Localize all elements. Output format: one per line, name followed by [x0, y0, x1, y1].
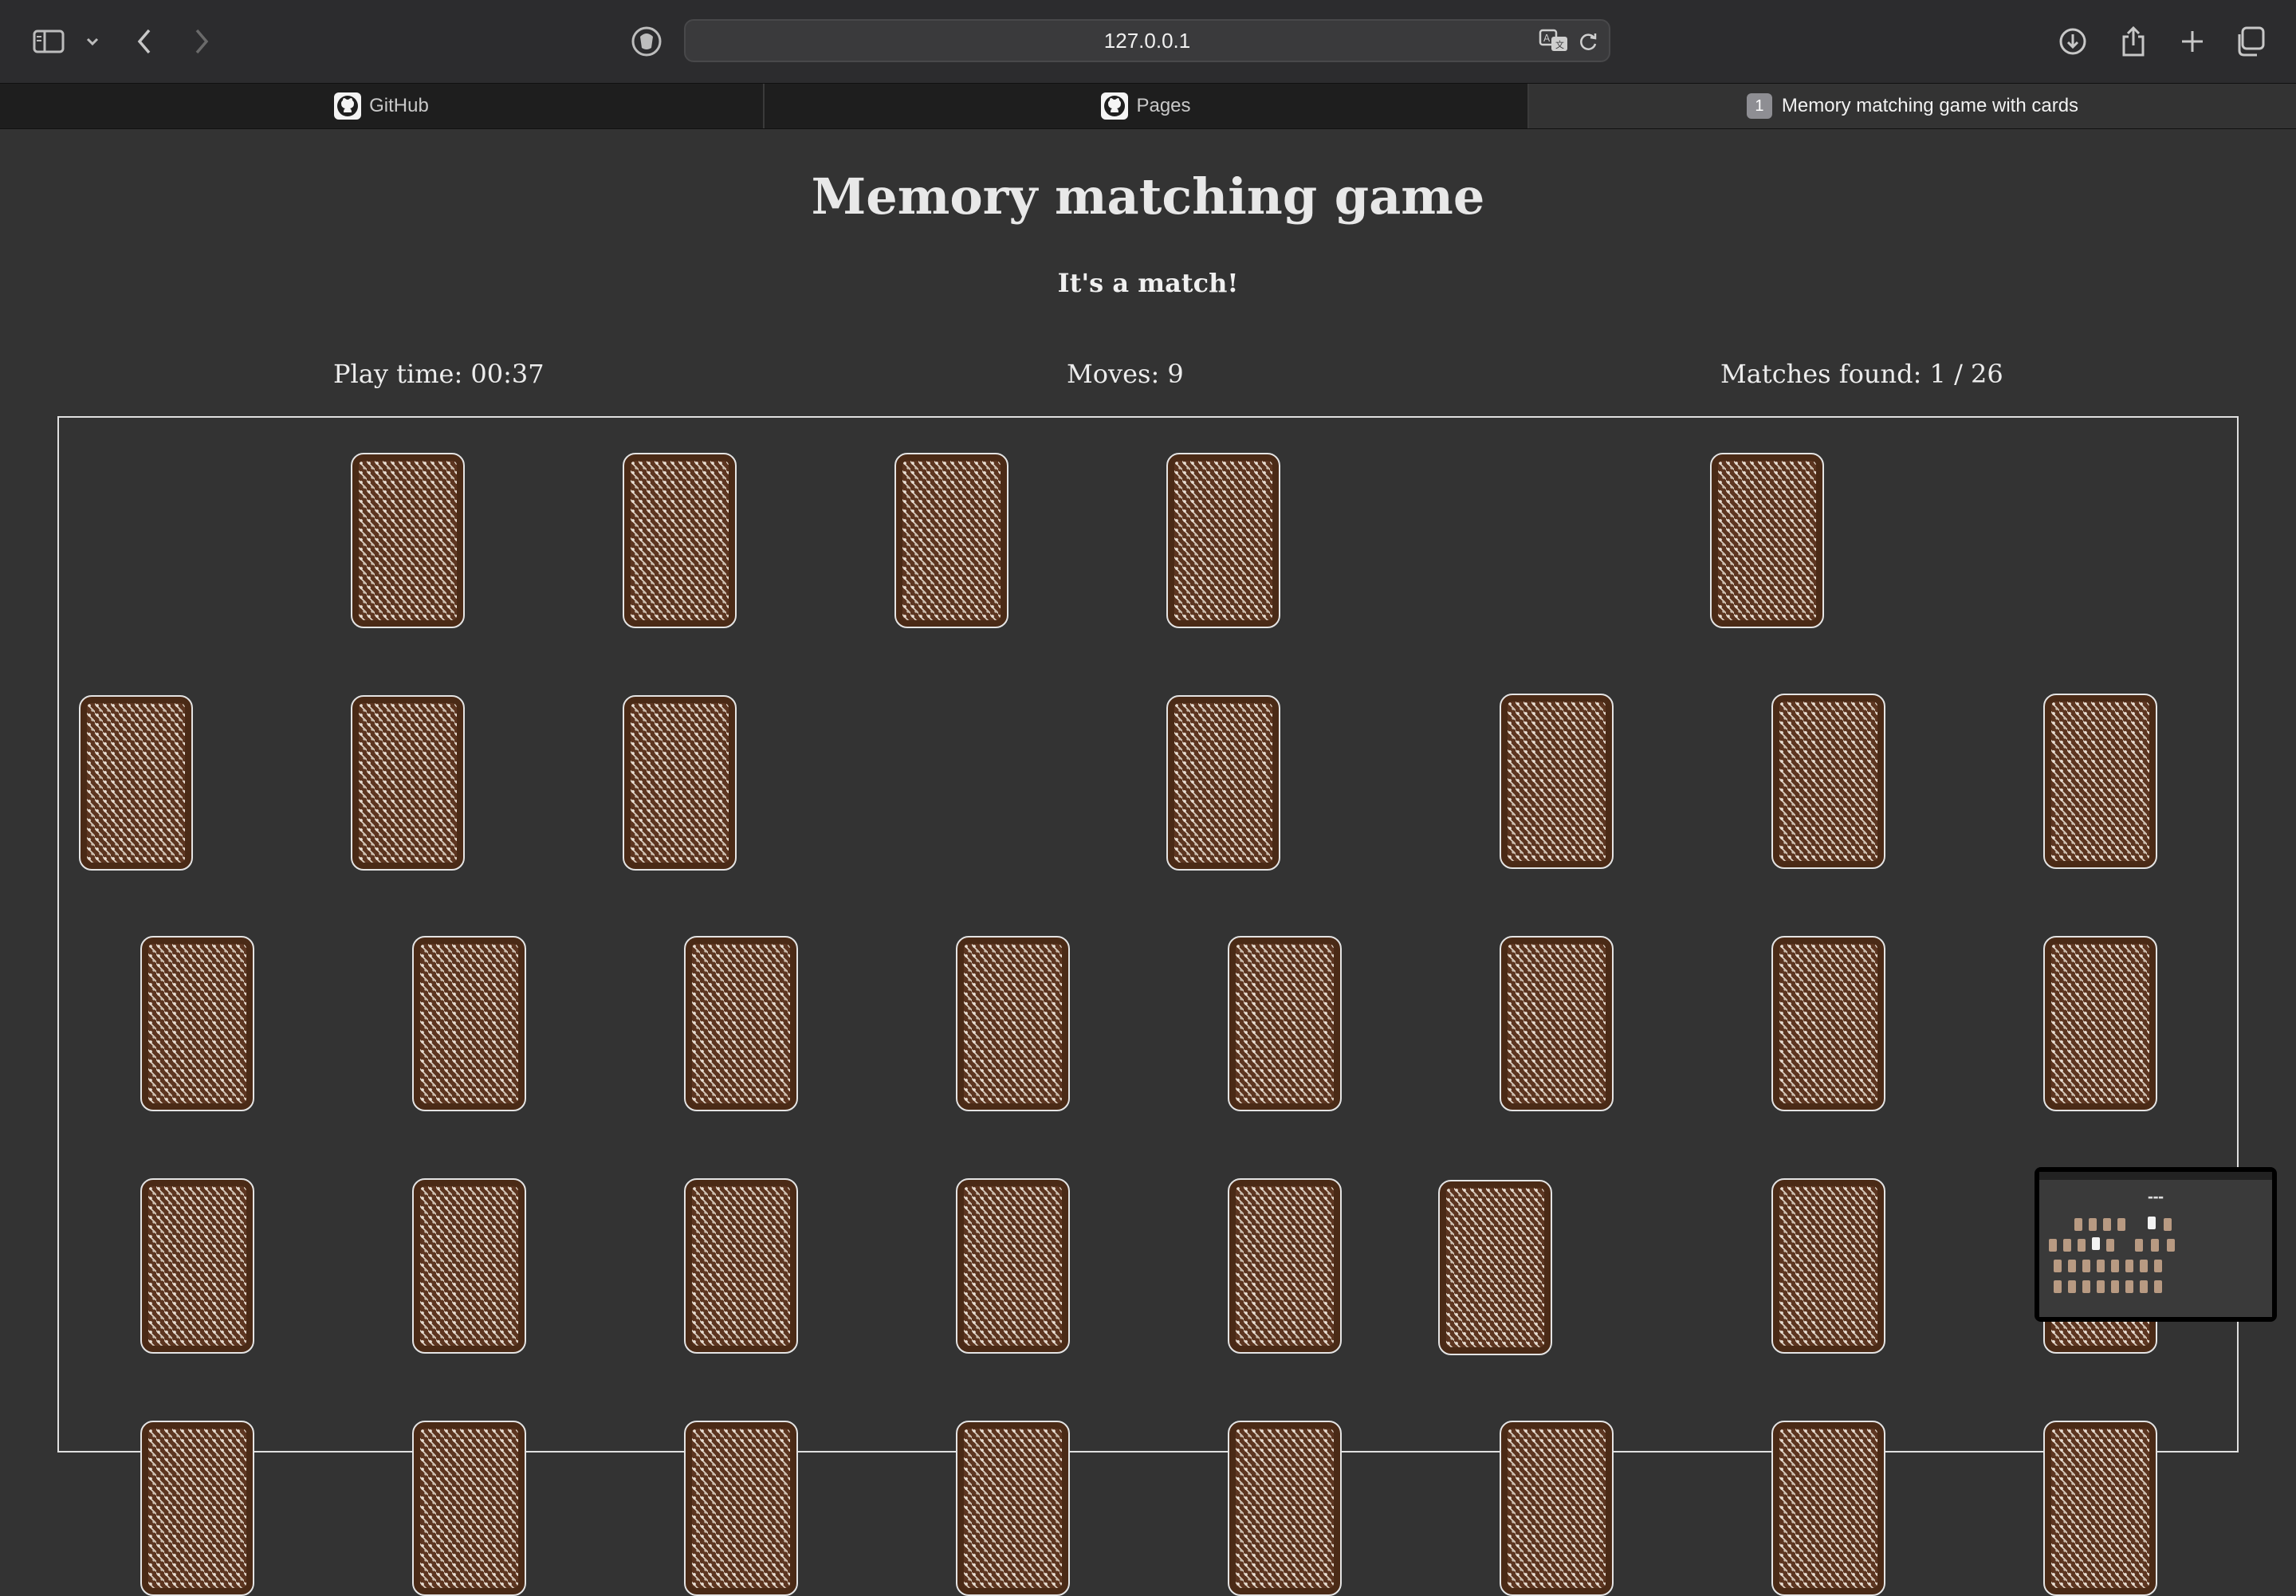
card[interactable]	[1166, 695, 1280, 871]
thumbnail-title-mark: ▬▬▬	[2148, 1194, 2164, 1201]
card[interactable]	[684, 936, 798, 1111]
tab-label: GitHub	[369, 95, 429, 116]
svg-text:文: 文	[1555, 39, 1564, 50]
back-icon[interactable]	[132, 24, 156, 59]
address-bar[interactable]: 127.0.0.1 A文	[684, 19, 1610, 62]
card[interactable]	[140, 936, 254, 1111]
chevron-down-icon[interactable]	[83, 24, 102, 59]
card[interactable]	[623, 695, 737, 871]
card[interactable]	[1500, 936, 1614, 1111]
card[interactable]	[684, 1421, 798, 1596]
card[interactable]	[412, 1178, 526, 1354]
card[interactable]	[1228, 936, 1342, 1111]
card-board	[57, 416, 2239, 1596]
download-icon[interactable]	[2057, 24, 2089, 59]
moves-counter: Moves: 9	[1067, 359, 1184, 389]
github-icon	[334, 92, 362, 120]
tab-bar: GitHub Pages 1 Memory matching game with…	[0, 83, 2296, 129]
card[interactable]	[894, 453, 1008, 628]
card[interactable]	[956, 936, 1070, 1111]
card[interactable]	[2043, 694, 2157, 869]
card[interactable]	[1771, 936, 1885, 1111]
card[interactable]	[1500, 694, 1614, 869]
sidebar-icon[interactable]	[30, 24, 67, 59]
card[interactable]	[79, 695, 193, 871]
new-tab-icon[interactable]	[2176, 24, 2208, 59]
card[interactable]	[1771, 1421, 1885, 1596]
card[interactable]	[1228, 1421, 1342, 1596]
github-icon	[1101, 92, 1129, 120]
card[interactable]	[956, 1421, 1070, 1596]
screenshot-thumbnail[interactable]: ▬▬▬	[2035, 1167, 2277, 1322]
card[interactable]	[2043, 936, 2157, 1111]
card[interactable]	[351, 453, 465, 628]
matches-counter: Matches found: 1 / 26	[1720, 359, 2003, 389]
tab-label: Memory matching game with cards	[1781, 95, 2079, 116]
forward-icon[interactable]	[190, 24, 214, 59]
page-title: Memory matching game	[811, 167, 1485, 226]
card[interactable]	[351, 695, 465, 871]
tab-label: Pages	[1136, 95, 1191, 116]
tab-pages[interactable]: Pages	[765, 84, 1529, 128]
privacy-icon[interactable]	[628, 24, 665, 59]
card[interactable]	[623, 453, 737, 628]
tab-overview-icon[interactable]	[2234, 24, 2266, 59]
play-time: Play time: 00:37	[333, 359, 545, 389]
card[interactable]	[140, 1178, 254, 1354]
tab-badge: 1	[1746, 93, 1772, 119]
card[interactable]	[412, 936, 526, 1111]
card[interactable]	[1500, 1421, 1614, 1596]
tab-github[interactable]: GitHub	[0, 84, 765, 128]
status-message: It's a match!	[1057, 268, 1239, 298]
card[interactable]	[1771, 694, 1885, 869]
card[interactable]	[684, 1178, 798, 1354]
thumbnail-preview: ▬▬▬	[2039, 1172, 2272, 1317]
browser-toolbar: 127.0.0.1 A文	[0, 0, 2296, 83]
card[interactable]	[1438, 1180, 1552, 1355]
reload-icon[interactable]	[1577, 30, 1599, 57]
card[interactable]	[1228, 1178, 1342, 1354]
card[interactable]	[1771, 1178, 1885, 1354]
url-text: 127.0.0.1	[1103, 29, 1191, 53]
card[interactable]	[140, 1421, 254, 1596]
card[interactable]	[956, 1178, 1070, 1354]
card[interactable]	[412, 1421, 526, 1596]
share-icon[interactable]	[2117, 24, 2149, 59]
translate-icon[interactable]: A文	[1539, 29, 1571, 57]
svg-text:A: A	[1543, 33, 1551, 44]
card[interactable]	[1710, 453, 1824, 628]
tab-memory-game[interactable]: 1 Memory matching game with cards	[1529, 84, 2296, 128]
card[interactable]	[2043, 1421, 2157, 1596]
card[interactable]	[1166, 453, 1280, 628]
